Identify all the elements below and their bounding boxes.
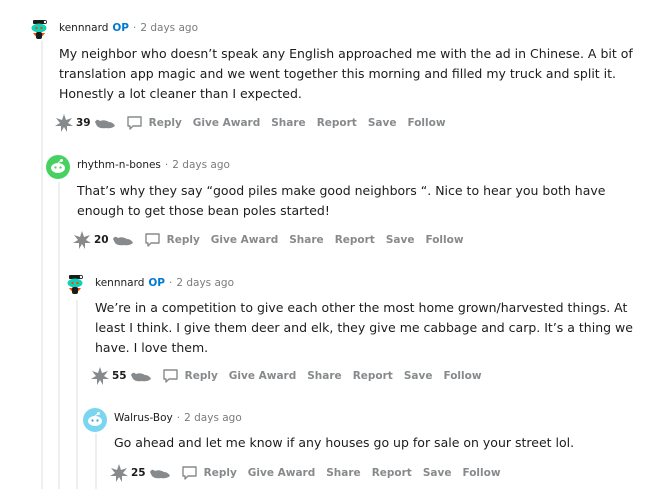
- follow-button[interactable]: Follow: [407, 117, 445, 129]
- timestamp[interactable]: 2 days ago: [176, 277, 234, 289]
- follow-button[interactable]: Follow: [425, 234, 463, 246]
- timestamp[interactable]: 2 days ago: [184, 412, 242, 424]
- reply-label: Reply: [184, 370, 218, 382]
- comment-body: That’s why they say “good piles make goo…: [77, 183, 606, 218]
- vote-score: 39: [76, 117, 91, 129]
- downvote-icon[interactable]: [130, 369, 152, 383]
- upvote-icon[interactable]: [109, 463, 129, 483]
- comment: kennnard OP · 2 days ago My neighbor who do…: [28, 18, 655, 138]
- timestamp[interactable]: 2 days ago: [172, 159, 230, 171]
- avatar[interactable]: [46, 155, 70, 179]
- snoo-avatar-icon: [83, 408, 107, 432]
- share-button[interactable]: Share: [326, 467, 360, 479]
- reply-button[interactable]: Reply: [126, 115, 182, 131]
- give-award-button[interactable]: Give Award: [193, 117, 260, 129]
- upvote-icon[interactable]: [54, 113, 74, 133]
- op-badge: OP: [112, 22, 129, 34]
- comment: Walrus-Boy · 2 days ago Go ahead and let m…: [83, 408, 655, 489]
- comment-bubble-icon: [126, 116, 142, 130]
- downvote-icon[interactable]: [112, 233, 134, 247]
- timestamp[interactable]: 2 days ago: [140, 22, 198, 34]
- upvote-icon[interactable]: [90, 366, 110, 386]
- save-button[interactable]: Save: [368, 117, 397, 129]
- comment-bubble-icon: [162, 369, 178, 383]
- vote-controls: 25: [109, 463, 181, 483]
- comment-actions: 39 Reply Give Award Share Report Save Fo…: [54, 113, 457, 133]
- share-button[interactable]: Share: [289, 234, 323, 246]
- report-button[interactable]: Report: [317, 117, 357, 129]
- comment-thread: kennnard OP · 2 days ago My neighbor who do…: [0, 0, 655, 489]
- avatar[interactable]: [83, 408, 107, 432]
- downvote-icon[interactable]: [94, 116, 116, 130]
- snoo-avatar-icon: [29, 19, 51, 41]
- snoo-avatar-icon: [46, 155, 70, 179]
- reply-button[interactable]: Reply: [162, 368, 218, 384]
- author-link[interactable]: kennnard: [95, 277, 144, 289]
- upvote-icon[interactable]: [72, 230, 92, 250]
- report-button[interactable]: Report: [335, 234, 375, 246]
- comment-header: Walrus-Boy · 2 days ago: [114, 410, 242, 426]
- comment-actions: 20 Reply Give Award Share Report Save Fo…: [72, 230, 475, 250]
- give-award-button[interactable]: Give Award: [248, 467, 315, 479]
- comment-actions: 25 Reply Give Award Share Report Save Fo…: [109, 463, 512, 483]
- follow-button[interactable]: Follow: [443, 370, 481, 382]
- follow-button[interactable]: Follow: [462, 467, 500, 479]
- author-link[interactable]: kennnard: [59, 22, 108, 34]
- save-button[interactable]: Save: [386, 234, 415, 246]
- share-button[interactable]: Share: [307, 370, 341, 382]
- avatar[interactable]: [64, 273, 88, 297]
- reply-label: Reply: [203, 467, 237, 479]
- meta-separator: ·: [176, 412, 181, 424]
- vote-controls: 20: [72, 230, 144, 250]
- author-link[interactable]: Walrus-Boy: [114, 412, 173, 424]
- comment-bubble-icon: [144, 233, 160, 247]
- snoo-avatar-icon: [65, 274, 87, 296]
- comment-header: kennnard OP · 2 days ago: [59, 20, 198, 36]
- meta-separator: ·: [169, 277, 173, 289]
- vote-score: 25: [131, 467, 146, 479]
- comment-body: My neighbor who doesn’t speak any Englis…: [59, 46, 633, 101]
- op-badge: OP: [148, 277, 165, 289]
- vote-controls: 39: [54, 113, 126, 133]
- comment-header: rhythm-n-bones · 2 days ago: [77, 157, 230, 173]
- author-link[interactable]: rhythm-n-bones: [77, 159, 161, 171]
- share-button[interactable]: Share: [271, 117, 305, 129]
- vote-score: 55: [112, 370, 127, 382]
- reply-label: Reply: [148, 117, 182, 129]
- reply-label: Reply: [166, 234, 200, 246]
- save-button[interactable]: Save: [423, 467, 452, 479]
- give-award-button[interactable]: Give Award: [229, 370, 296, 382]
- avatar[interactable]: [28, 18, 52, 42]
- give-award-button[interactable]: Give Award: [211, 234, 278, 246]
- comment-header: kennnard OP · 2 days ago: [95, 275, 234, 291]
- downvote-icon[interactable]: [149, 466, 171, 480]
- comment: kennnard OP · 2 days ago We’re in a competi…: [64, 273, 655, 393]
- report-button[interactable]: Report: [372, 467, 412, 479]
- save-button[interactable]: Save: [404, 370, 433, 382]
- comment-actions: 55 Reply Give Award Share Report Save Fo…: [90, 366, 493, 386]
- comment-body: We’re in a competition to give each othe…: [95, 300, 633, 355]
- comment-bubble-icon: [181, 466, 197, 480]
- comment: rhythm-n-bones · 2 days ago That’s why the…: [46, 155, 655, 255]
- vote-controls: 55: [90, 366, 162, 386]
- meta-separator: ·: [164, 159, 169, 171]
- meta-separator: ·: [133, 22, 137, 34]
- report-button[interactable]: Report: [353, 370, 393, 382]
- reply-button[interactable]: Reply: [144, 232, 200, 248]
- vote-score: 20: [94, 234, 109, 246]
- comment-body: Go ahead and let me know if any houses g…: [114, 435, 575, 450]
- reply-button[interactable]: Reply: [181, 465, 237, 481]
